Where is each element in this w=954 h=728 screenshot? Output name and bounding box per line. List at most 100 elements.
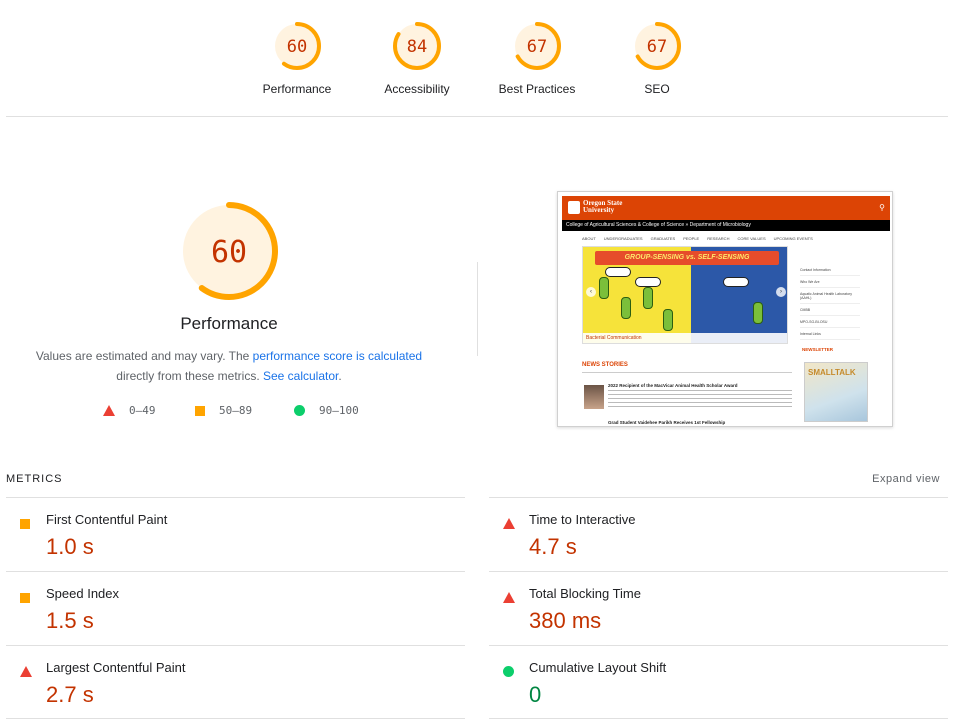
side-link: Aquatic Animal Health Laboratory (AAHL): [800, 288, 860, 304]
gauge-seo[interactable]: 67 SEO: [597, 20, 717, 96]
banner-prev-icon: ‹: [586, 287, 596, 297]
metric-first-contentful-paint[interactable]: First Contentful Paint 1.0 s: [6, 497, 465, 571]
bacteria-shape: [753, 302, 763, 324]
category-gauges: 60 Performance 84 Accessibility 67 Best …: [0, 0, 954, 117]
desc-text: Values are estimated and may vary. The: [35, 349, 253, 363]
search-icon: ⚲: [879, 203, 885, 212]
gauge-best-practices-score: 67: [527, 37, 547, 57]
banner-next-icon: ›: [776, 287, 786, 297]
legend-pass: 90–100: [294, 404, 359, 417]
legend-fail-label: 0–49: [129, 404, 156, 417]
side-link: Internal Links: [800, 328, 860, 340]
site-nav: ABOUT UNDERGRADUATES GRADUATES PEOPLE RE…: [582, 236, 842, 241]
site-subheader: College of Agricultural Sciences & Colle…: [562, 220, 890, 231]
metric-cumulative-layout-shift[interactable]: Cumulative Layout Shift 0: [489, 645, 948, 719]
divider: [6, 718, 465, 719]
site-sidebar: Contact Information Who We Are Aquatic A…: [800, 264, 860, 340]
gauge-seo-label: SEO: [644, 82, 670, 96]
banner-title: GROUP-SENSING vs. SELF-SENSING: [595, 251, 779, 265]
divider: [6, 116, 948, 117]
metric-value: 4.7 s: [529, 534, 577, 559]
page-screenshot[interactable]: Oregon State University ⚲ College of Agr…: [557, 191, 893, 427]
article-photo: [584, 385, 604, 409]
legend-pass-label: 90–100: [319, 404, 359, 417]
gauge-performance-ring: 60: [273, 22, 321, 70]
score-legend: 0–49 50–89 90–100: [0, 404, 458, 420]
nav-item: UPCOMING EVENTS: [773, 236, 813, 241]
bacteria-shape: [621, 297, 631, 319]
nav-item: CORE VALUES: [737, 236, 766, 241]
speech-bubble: [635, 277, 661, 287]
metrics-header: METRICS: [6, 473, 63, 485]
nav-item: ABOUT: [582, 236, 596, 241]
average-square-icon: [195, 405, 205, 416]
metric-total-blocking-time[interactable]: Total Blocking Time 380 ms: [489, 571, 948, 645]
see-calculator-link[interactable]: See calculator: [263, 369, 338, 383]
site-banner: GROUP-SENSING vs. SELF-SENSING ‹ › Bacte…: [582, 246, 788, 344]
site-brand: Oregon State University: [583, 200, 622, 214]
gauge-best-practices[interactable]: 67 Best Practices: [477, 20, 597, 96]
bacteria-shape: [643, 287, 653, 309]
metric-value: 1.0 s: [46, 534, 94, 559]
gauge-accessibility-label: Accessibility: [384, 82, 450, 96]
banner-caption: Bacterial Communication: [583, 333, 787, 343]
news-divider: [582, 372, 792, 373]
nav-item: GRADUATES: [650, 236, 676, 241]
metric-value: 0: [529, 682, 542, 707]
fail-triangle-icon: [503, 590, 515, 608]
gauge-accessibility-score: 84: [407, 37, 427, 57]
metric-value: 380 ms: [529, 608, 602, 633]
gauge-seo-score: 67: [647, 37, 667, 57]
site-header: Oregon State University ⚲: [562, 196, 890, 220]
side-link: Who We Are: [800, 276, 860, 288]
osu-logo-icon: [568, 201, 580, 214]
gauge-performance-score: 60: [287, 37, 307, 57]
metric-name: Time to Interactive: [529, 512, 636, 527]
newsletter-image: SMALLTALK: [804, 362, 868, 422]
article-title-next: Grad Student Vaidehee Parikh Receives 1s…: [608, 420, 726, 425]
gauge-best-practices-label: Best Practices: [498, 82, 576, 96]
metric-value: 2.7 s: [46, 682, 94, 707]
gauge-best-practices-ring: 67: [513, 22, 561, 70]
gauge-performance[interactable]: 60 Performance: [237, 20, 357, 96]
side-link: Contact Information: [800, 264, 860, 276]
article-title: 2022 Recipient of the MacVicar Animal He…: [608, 383, 738, 388]
fail-triangle-icon: [20, 664, 32, 682]
performance-title: Performance: [180, 314, 278, 333]
legend-fail: 0–49: [103, 404, 156, 417]
newsletter-title: SMALLTALK: [808, 368, 856, 377]
divider-vertical: [477, 262, 478, 356]
brand-line: University: [583, 206, 615, 214]
fail-triangle-icon: [103, 405, 115, 416]
average-square-icon: [20, 590, 30, 608]
speech-bubble: [605, 267, 631, 277]
metric-value: 1.5 s: [46, 608, 94, 633]
performance-score-link[interactable]: performance score is calculated: [253, 349, 422, 363]
metric-name: Total Blocking Time: [529, 586, 641, 601]
metric-time-to-interactive[interactable]: Time to Interactive 4.7 s: [489, 497, 948, 571]
metric-speed-index[interactable]: Speed Index 1.5 s: [6, 571, 465, 645]
desc-text: directly from these metrics.: [116, 369, 263, 383]
side-link: CMBB: [800, 304, 860, 316]
pass-circle-icon: [294, 405, 305, 416]
performance-score: 60: [211, 235, 247, 270]
nav-item: UNDERGRADUATES: [603, 236, 643, 241]
bacteria-shape: [599, 277, 609, 299]
expand-view-button[interactable]: Expand view: [872, 473, 940, 485]
metric-name: Cumulative Layout Shift: [529, 660, 667, 675]
legend-average-label: 50–89: [219, 404, 253, 417]
legend-average: 50–89: [195, 404, 252, 417]
metric-name: First Contentful Paint: [46, 512, 168, 527]
divider: [489, 718, 948, 719]
news-heading: NEWS STORIES: [582, 362, 628, 368]
fail-triangle-icon: [503, 516, 515, 534]
metric-name: Largest Contentful Paint: [46, 660, 186, 675]
gauge-accessibility[interactable]: 84 Accessibility: [357, 20, 477, 96]
nav-item: PEOPLE: [683, 236, 700, 241]
gauge-performance-label: Performance: [262, 82, 332, 96]
gauge-accessibility-ring: 84: [393, 22, 441, 70]
performance-gauge: 60: [180, 202, 278, 300]
article-text: [608, 390, 792, 408]
metric-name: Speed Index: [46, 586, 120, 601]
metric-largest-contentful-paint[interactable]: Largest Contentful Paint 2.7 s: [6, 645, 465, 719]
